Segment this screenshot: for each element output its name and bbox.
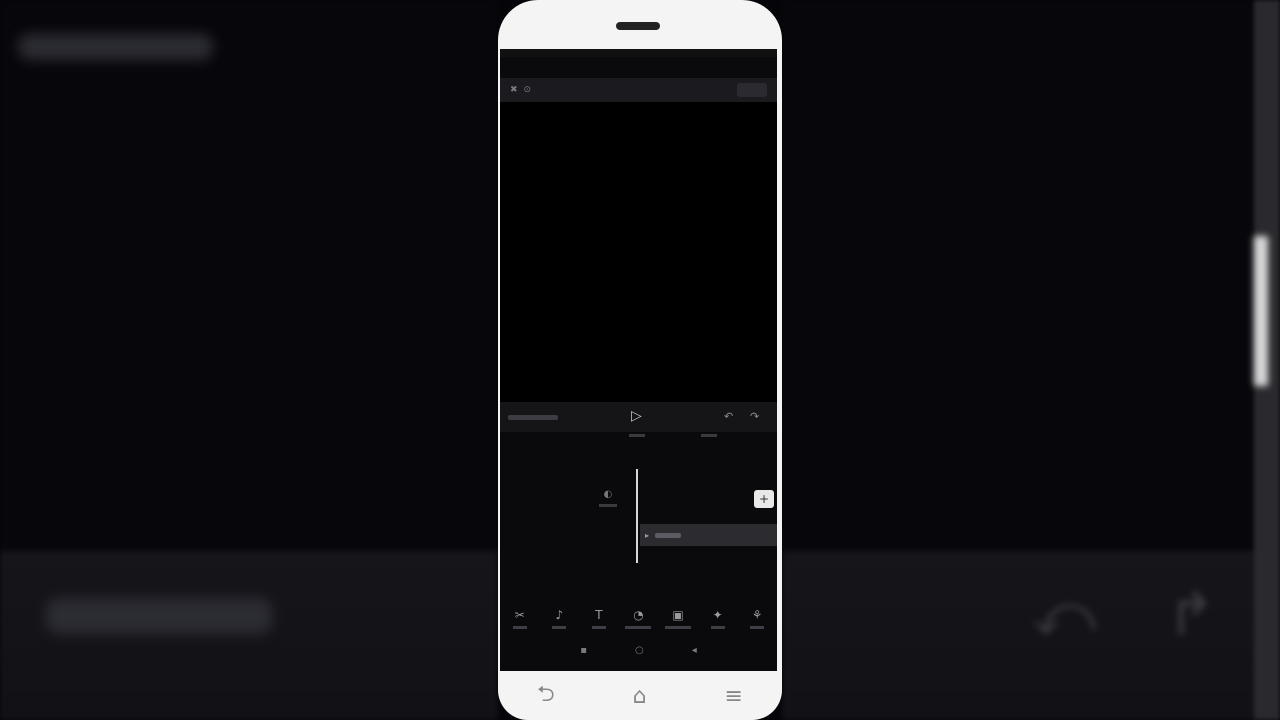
background-undo-icon: ⤺ [1032,580,1097,650]
effects-icon: ✦ [712,607,723,622]
play-icon[interactable]: ▷ [631,408,642,424]
tool-label [591,625,606,629]
export-button[interactable] [737,83,767,97]
background-left-blur [0,0,498,720]
tool-overlay[interactable]: ▣ [660,608,696,629]
phone-frame: ✖ ⊙ ▷ ↶ ↷ ◐ + ▸ ✂ ♪ T ◔ ▣ ✦ ⚘ ▪ ○ ◂ ⮌ ⌂ … [498,0,782,720]
android-system-nav: ▪ ○ ◂ [500,645,777,663]
filters-icon: ⚘ [751,607,763,622]
background-title-blur [18,34,213,60]
close-icon[interactable]: ✖ [510,85,518,95]
text-icon: T [595,607,603,622]
clip-play-icon: ▸ [645,530,650,540]
recents-icon[interactable]: ▪ [580,645,587,663]
timeline-clip[interactable]: ▸ [640,524,777,546]
track-toggle[interactable]: ◐ [597,489,619,507]
background-redo-icon: ↱ [1166,580,1217,650]
tool-label [750,625,765,629]
playback-controls: ▷ ↶ ↷ [500,402,777,432]
redo-icon[interactable]: ↷ [750,410,759,423]
editor-topbar: ✖ ⊙ [500,78,777,102]
tool-filters[interactable]: ⚘ [739,608,775,629]
background-right-blur: ⤺ ↱ [782,0,1280,720]
music-icon: ♪ [555,607,564,622]
tool-label [625,625,652,629]
home-icon[interactable]: ○ [635,645,644,663]
overlay-icon: ▣ [672,607,684,622]
sticker-icon: ◔ [633,607,644,622]
undo-icon[interactable]: ↶ [724,410,733,423]
tool-sticker[interactable]: ◔ [620,608,656,629]
menu-icon[interactable]: ≡ [725,684,743,709]
editor-toolbar: ✂ ♪ T ◔ ▣ ✦ ⚘ [500,599,777,637]
tool-label [665,625,692,629]
screen-root: ⤺ ↱ ✖ ⊙ ▷ ↶ ↷ ◐ + ▸ ✂ ♪ T ◔ ▣ ✦ ⚘ ▪ ○ ◂ … [0,0,1280,720]
playhead[interactable] [636,469,638,563]
add-clip-button[interactable]: + [754,490,774,508]
resolution-icon[interactable]: ⊙ [524,85,532,95]
back-icon[interactable]: ⮌ [537,677,555,715]
timeline-area[interactable]: ◐ + ▸ [500,449,777,599]
video-preview[interactable] [500,102,777,402]
tool-effects[interactable]: ✦ [700,608,736,629]
ruler-mark [629,434,645,437]
phone-hardware-nav: ⮌ ⌂ ≡ [498,672,782,720]
clip-label [655,532,682,538]
tool-edit[interactable]: ✂ [502,608,538,629]
tool-text[interactable]: T [581,608,617,629]
timeline-ruler [500,432,777,446]
home-icon[interactable]: ⌂ [633,684,647,709]
tool-label [710,625,725,629]
timecode-display [508,414,558,420]
track-toggle-label [599,504,617,507]
background-edge-highlight [1254,236,1268,386]
audio-toggle-icon: ◐ [603,489,613,500]
tool-label [552,625,567,629]
tool-label [512,625,527,629]
back-icon[interactable]: ◂ [692,645,697,663]
background-timecode-blur [46,598,272,634]
phone-speaker [616,22,660,30]
app-screen: ✖ ⊙ ▷ ↶ ↷ ◐ + ▸ ✂ ♪ T ◔ ▣ ✦ ⚘ ▪ ○ ◂ [500,49,777,671]
tool-audio[interactable]: ♪ [541,608,577,629]
status-bar [500,49,777,57]
scissors-icon: ✂ [514,607,525,622]
ruler-mark [701,434,717,437]
